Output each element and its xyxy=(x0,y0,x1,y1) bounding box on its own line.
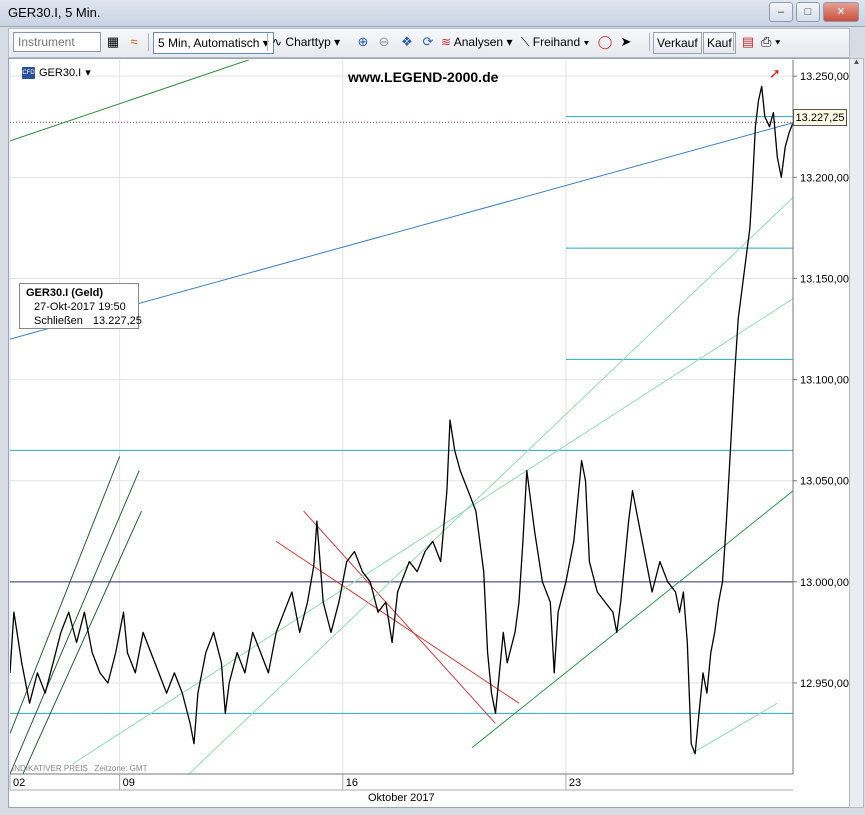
chart-footnote: INDIKATIVER PREIS Zeitzone: GMT xyxy=(12,764,147,773)
last-price-tag: 13.227,25 xyxy=(793,109,847,126)
trendline-9 xyxy=(72,298,793,765)
trendline-10 xyxy=(690,702,778,755)
tooltip-header: GER30.I (Geld) xyxy=(26,287,104,299)
trend-up-icon: ➚ xyxy=(769,65,781,81)
y-tick-label-6: 12.950,00 xyxy=(800,678,849,690)
month-label: Oktober 2017 xyxy=(368,792,435,804)
price-chart[interactable]: 13.250,00 13.200,00 13.150,00 13.100,00 13.0… xyxy=(0,0,865,815)
data-tooltip: GER30.I (Geld) 27-Okt-2017 19:50 Schließ… xyxy=(19,283,142,329)
x-tick-label-0: 02 xyxy=(13,777,25,789)
chevron-down-icon: ▾ xyxy=(85,67,91,79)
footnote-timezone: Zeitzone: GMT xyxy=(94,764,148,773)
y-tick-label-4: 13.050,00 xyxy=(800,476,849,488)
trendline-7 xyxy=(471,490,793,749)
price-series-0 xyxy=(10,85,793,755)
y-tick-label-3: 13.100,00 xyxy=(800,375,849,387)
y-tick-label-1: 13.200,00 xyxy=(800,172,849,184)
x-tick-label-2: 16 xyxy=(346,777,358,789)
y-tick-label-0: 13.250,00 xyxy=(800,71,849,83)
trendline-0 xyxy=(10,60,250,142)
tooltip-close-label: Schließen xyxy=(34,315,83,327)
trendline-6 xyxy=(303,510,496,724)
y-tick-label-5: 13.000,00 xyxy=(800,577,849,589)
chart-instrument-selector[interactable]: CFD GER30.I ▾ xyxy=(22,66,91,79)
footnote-indicative: INDIKATIVER PREIS xyxy=(12,764,88,773)
watermark: www.LEGEND-2000.de xyxy=(348,69,499,85)
cfd-icon: CFD xyxy=(22,66,35,79)
chart-instrument-name: GER30.I xyxy=(39,66,82,79)
tooltip-datetime: 27-Okt-2017 19:50 xyxy=(34,301,126,313)
x-tick-label-1: 09 xyxy=(123,777,135,789)
trendline-4 xyxy=(22,510,142,774)
tooltip-close-value: 13.227,25 xyxy=(92,315,142,327)
x-tick-label-3: 23 xyxy=(569,777,581,789)
y-tick-label-2: 13.150,00 xyxy=(800,273,849,285)
